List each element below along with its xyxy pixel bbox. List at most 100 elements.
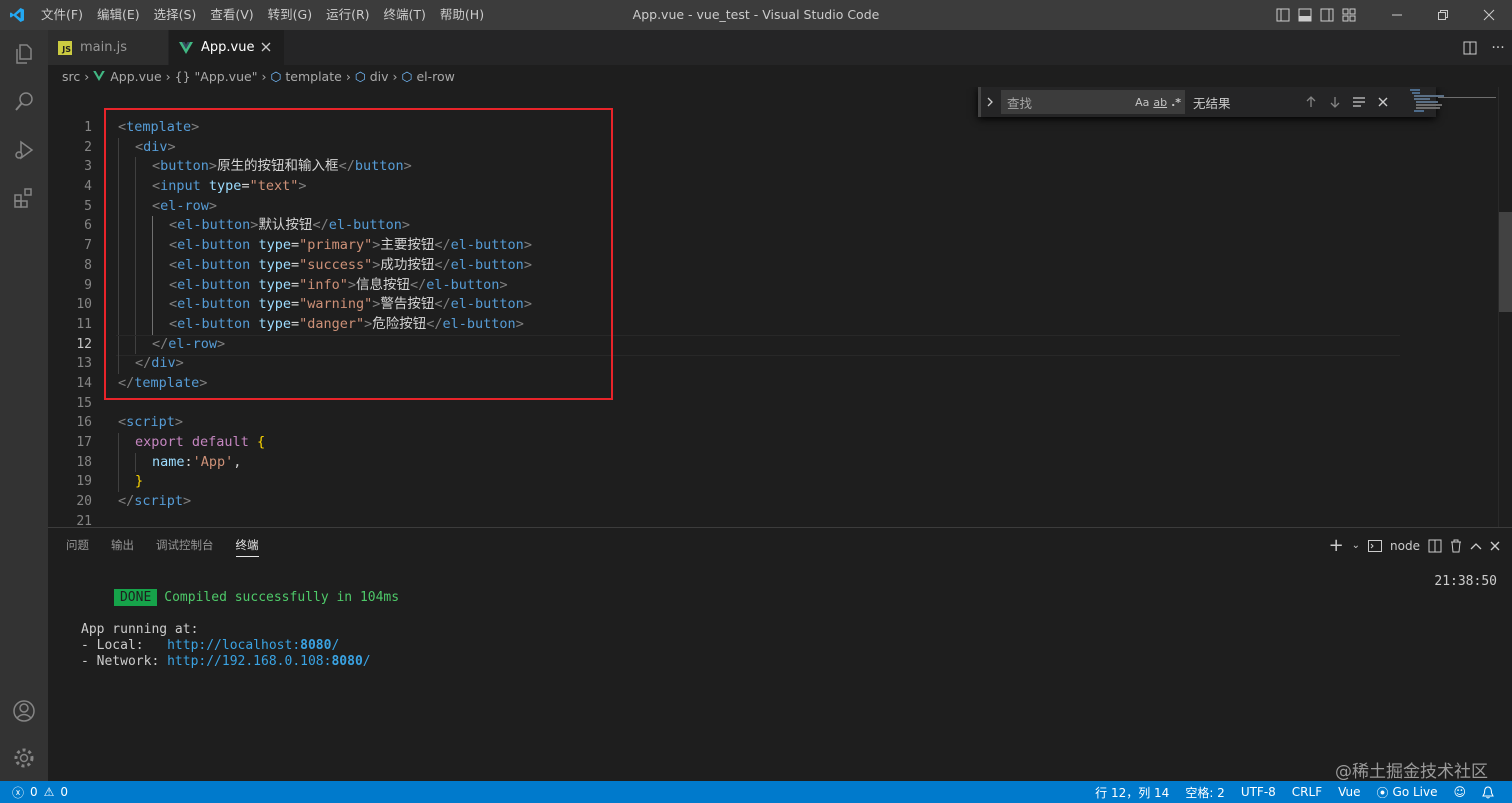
menu-help[interactable]: 帮助(H)	[433, 0, 491, 30]
title-controls	[1272, 0, 1512, 30]
split-terminal-icon[interactable]	[1424, 528, 1446, 563]
bell-icon[interactable]	[1474, 785, 1502, 799]
find-result: 无结果	[1193, 95, 1231, 111]
code-line[interactable]: name:'App',	[118, 452, 532, 473]
breadcrumb-item[interactable]: ⬡ el-row	[402, 69, 455, 84]
breadcrumb-item[interactable]: App.vue	[93, 69, 162, 84]
restore-button[interactable]	[1420, 0, 1466, 30]
terminal-shell-icon[interactable]	[1364, 528, 1386, 563]
tab-output[interactable]: 输出	[111, 528, 134, 563]
regex-toggle[interactable]: .*	[1171, 96, 1181, 109]
code-token: </	[118, 493, 135, 510]
match-whole-word-toggle[interactable]: ab	[1153, 96, 1167, 109]
line-ending[interactable]: CRLF	[1284, 785, 1330, 799]
extensions-icon[interactable]	[0, 174, 48, 222]
toggle-sidebar-icon[interactable]	[1272, 0, 1294, 30]
highlight-box	[104, 108, 613, 400]
minimap[interactable]	[1408, 87, 1498, 527]
go-live-button[interactable]: ⦿ Go Live	[1369, 784, 1446, 801]
split-editor-icon[interactable]	[1456, 30, 1484, 65]
breadcrumb-item[interactable]: ⬡ template	[270, 69, 341, 84]
network-url-line: - Network: http://192.168.0.108:8080/	[81, 654, 371, 669]
close-icon[interactable]	[258, 39, 274, 55]
next-match-arrow-down-icon[interactable]	[1323, 90, 1347, 114]
line-number: 16	[76, 415, 92, 431]
customize-layout-icon[interactable]	[1338, 0, 1360, 30]
find-input[interactable]: 查找 Aa ab .*	[1001, 90, 1185, 114]
manage-gear-icon[interactable]	[0, 734, 48, 782]
code-token: 'App'	[192, 453, 234, 470]
tab-app-vue[interactable]: App.vue	[169, 30, 284, 65]
code-token: >	[183, 493, 192, 510]
breadcrumb-item[interactable]: ⬡ div	[355, 69, 389, 84]
shell-label[interactable]: node	[1386, 528, 1424, 563]
symbol-icon: ⬡	[354, 68, 366, 84]
minimize-button[interactable]	[1374, 0, 1420, 30]
indent-guide	[118, 452, 135, 473]
tab-debug-console[interactable]: 调试控制台	[156, 528, 214, 563]
code-line[interactable]: </script>	[118, 492, 532, 512]
toggle-secondary-sidebar-icon[interactable]	[1316, 0, 1338, 30]
warning-icon: ⚠	[43, 785, 55, 799]
local-url-link[interactable]: http://localhost:8080/	[167, 638, 339, 653]
find-in-selection-icon[interactable]	[1347, 90, 1371, 114]
line-number: 17	[76, 435, 92, 450]
menu-view[interactable]: 查看(V)	[203, 0, 260, 30]
code-token: export	[135, 434, 184, 450]
previous-match-arrow-up-icon[interactable]	[1299, 90, 1323, 114]
match-case-toggle[interactable]: Aa	[1135, 96, 1149, 109]
run-debug-icon[interactable]	[0, 126, 48, 174]
toggle-panel-icon[interactable]	[1294, 0, 1316, 30]
timestamp: 21:38:50	[1434, 574, 1497, 589]
code-line[interactable]: }	[118, 472, 532, 493]
chevron-right-icon: ›	[165, 68, 171, 84]
code-line[interactable]	[118, 512, 532, 527]
explorer-icon[interactable]	[0, 30, 48, 78]
close-find-icon[interactable]	[1371, 90, 1395, 114]
trash-icon[interactable]	[1446, 528, 1466, 563]
more-actions-icon[interactable]: ···	[1484, 30, 1512, 65]
activity-bar	[0, 30, 48, 781]
menu-file[interactable]: 文件(F)	[34, 0, 90, 30]
encoding[interactable]: UTF-8	[1233, 785, 1284, 799]
language-mode[interactable]: Vue	[1330, 785, 1368, 799]
menu-edit[interactable]: 编辑(E)	[90, 0, 147, 30]
tab-terminal[interactable]: 终端	[235, 528, 259, 563]
line-number: 6	[84, 218, 92, 234]
feedback-icon[interactable]: ☺	[1445, 785, 1474, 799]
tab-main-js[interactable]: JS main.js	[48, 30, 168, 65]
find-navigation	[1299, 90, 1395, 114]
vertical-scrollbar[interactable]	[1498, 87, 1512, 527]
panel-tabs: 问题 输出 调试控制台 终端	[48, 528, 281, 563]
local-url-line: - Local: http://localhost:8080/	[81, 638, 340, 653]
breadcrumb-item[interactable]: {} "App.vue"	[175, 69, 258, 84]
watermark: @稀土掘金技术社区	[1335, 762, 1488, 782]
breadcrumb-item[interactable]: src	[62, 69, 80, 84]
network-url-link[interactable]: http://192.168.0.108:8080/	[167, 654, 371, 669]
problems-status[interactable]: ⓧ 0 ⚠ 0	[0, 784, 68, 801]
search-icon[interactable]	[0, 78, 48, 126]
toggle-replace-chevron-icon[interactable]	[981, 97, 999, 107]
code-line[interactable]: export default {	[118, 433, 532, 453]
menu-go[interactable]: 转到(G)	[261, 0, 319, 30]
cursor-position[interactable]: 行 12，列 14	[1087, 784, 1177, 801]
broadcast-icon: ⦿	[1376, 785, 1389, 800]
tab-problems[interactable]: 问题	[66, 528, 89, 563]
editor-actions: ···	[1456, 30, 1512, 65]
code-token: script	[134, 493, 184, 510]
code-editor[interactable]: 1 2 3 4 5 6 7 8 9 10 11 12 13 14 15 16 17 18 19 20 21 <templ…	[48, 87, 1512, 527]
terminal-output[interactable]: DONE Compiled successfully in 104ms 21:38…	[67, 574, 1497, 670]
chevron-down-icon[interactable]: ⌄	[1348, 528, 1364, 563]
chevron-right-icon: ›	[261, 68, 267, 84]
menu-terminal[interactable]: 终端(T)	[377, 0, 433, 30]
code-line[interactable]: <script>	[118, 413, 532, 433]
chevron-up-icon[interactable]	[1466, 528, 1486, 563]
menu-run[interactable]: 运行(R)	[319, 0, 376, 30]
close-window-button[interactable]	[1466, 0, 1512, 30]
account-icon[interactable]	[0, 687, 48, 735]
line-number: 20	[76, 494, 92, 510]
menu-selection[interactable]: 选择(S)	[147, 0, 204, 30]
close-panel-icon[interactable]	[1486, 528, 1504, 563]
new-terminal-plus-icon[interactable]: +	[1325, 528, 1348, 563]
indentation[interactable]: 空格: 2	[1177, 784, 1233, 801]
